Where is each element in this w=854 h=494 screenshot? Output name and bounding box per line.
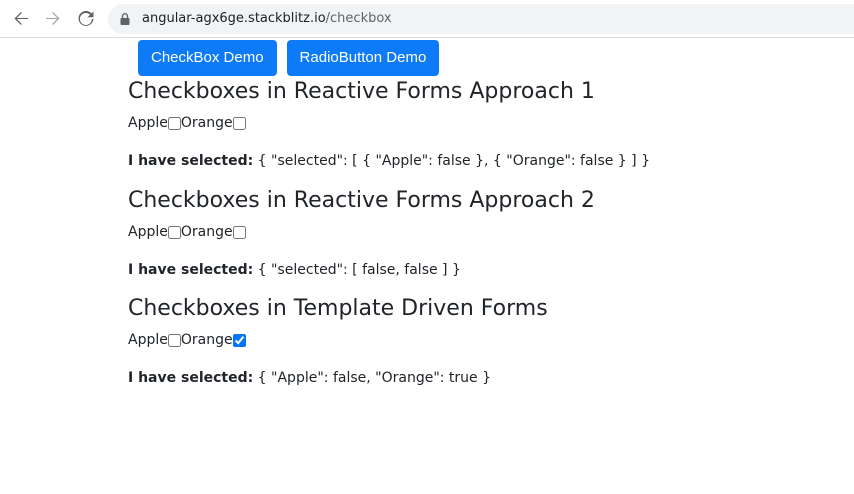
checkbox-label-orange: Orange	[180, 115, 233, 131]
checkbox-label-apple: Apple	[128, 224, 168, 240]
checkbox-label-apple: Apple	[128, 115, 168, 131]
apple-checkbox[interactable]	[167, 225, 181, 239]
checkbox-row: Apple Orange	[128, 114, 650, 132]
back-arrow-icon	[14, 12, 28, 25]
selected-value: { "selected": [ false, false ] }	[253, 262, 461, 278]
checkbox-row: Apple Orange	[128, 223, 595, 241]
forward-arrow-icon	[46, 12, 60, 25]
url-host: angular-agx6ge.stackblitz.io	[142, 11, 326, 26]
url-path: /checkbox	[325, 11, 392, 26]
apple-checkbox[interactable]	[167, 333, 181, 347]
section-template-driven-forms: Checkboxes in Template Driven Forms Appl…	[128, 295, 548, 387]
section-title: Checkboxes in Reactive Forms Approach 1	[128, 79, 595, 104]
apple-checkbox[interactable]	[167, 116, 181, 130]
selected-output: I have selected: { "Apple": false, "Oran…	[128, 369, 548, 387]
selected-output: I have selected: { "selected": [ false, …	[128, 261, 595, 279]
forward-button[interactable]	[43, 9, 63, 29]
selected-label: I have selected:	[128, 370, 254, 386]
selected-label: I have selected:	[128, 262, 254, 278]
section-reactive-forms-2: Checkboxes in Reactive Forms Approach 2 …	[128, 187, 595, 279]
lock-icon	[120, 13, 130, 25]
section-title: Checkboxes in Reactive Forms Approach 2	[128, 188, 595, 213]
checkbox-demo-button[interactable]: CheckBox Demo	[138, 40, 277, 76]
selected-label: I have selected:	[128, 153, 254, 169]
orange-checkbox[interactable]	[232, 116, 246, 130]
section-title: Checkboxes in Template Driven Forms	[128, 296, 548, 321]
checkbox-label-apple: Apple	[128, 332, 168, 348]
selected-output: I have selected: { "selected": [ { "Appl…	[128, 152, 650, 170]
reload-button[interactable]	[76, 9, 96, 29]
radiobutton-demo-button[interactable]: RadioButton Demo	[286, 40, 440, 76]
selected-value: { "selected": [ { "Apple": false }, { "O…	[253, 153, 650, 169]
back-button[interactable]	[11, 9, 31, 29]
browser-toolbar: angular-agx6ge.stackblitz.io/checkbox	[0, 0, 854, 38]
url-text: angular-agx6ge.stackblitz.io/checkbox	[142, 11, 392, 27]
checkbox-label-orange: Orange	[180, 332, 233, 348]
orange-checkbox[interactable]	[232, 225, 246, 239]
checkbox-row: Apple Orange	[128, 331, 548, 349]
orange-checkbox[interactable]	[232, 333, 246, 347]
selected-value: { "Apple": false, "Orange": true }	[253, 370, 492, 386]
address-bar[interactable]: angular-agx6ge.stackblitz.io/checkbox	[108, 4, 854, 34]
section-reactive-forms-1: Checkboxes in Reactive Forms Approach 1 …	[128, 78, 650, 170]
checkbox-label-orange: Orange	[180, 224, 233, 240]
demo-button-row: CheckBox Demo RadioButton Demo	[138, 40, 449, 76]
reload-icon	[78, 11, 94, 26]
